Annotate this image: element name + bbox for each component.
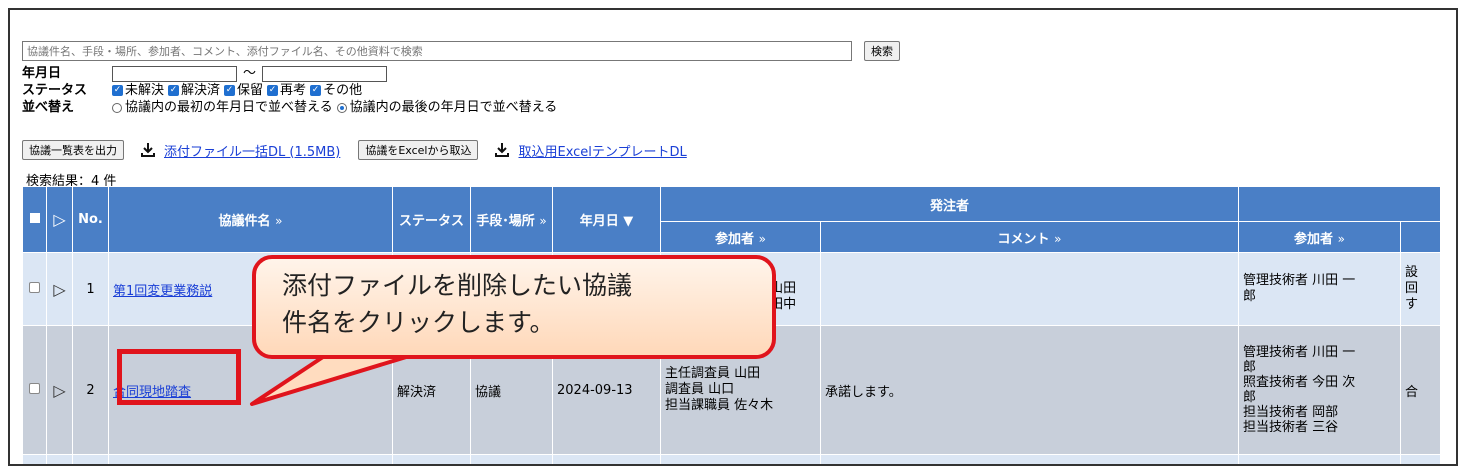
callout-tail [250,349,428,406]
callout-line1: 添付ファイルを削除したい協議 [282,271,633,300]
instruction-callout: 添付ファイルを削除したい協議 件名をクリックします。 [252,255,776,359]
callout-line2: 件名をクリックします。 [282,308,555,337]
